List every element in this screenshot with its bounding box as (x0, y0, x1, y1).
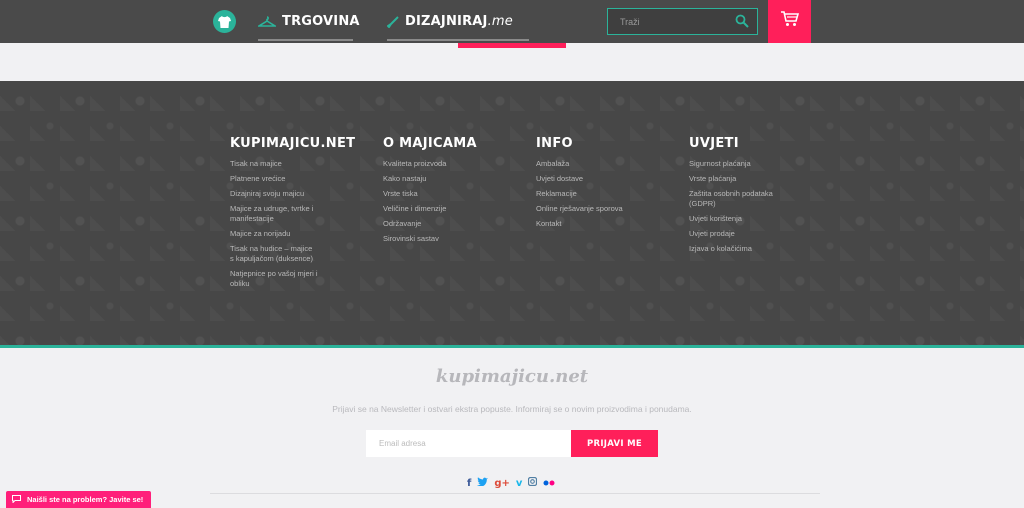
footer-link[interactable]: Vrste plaćanja (689, 174, 777, 184)
footer-column-title: INFO (536, 136, 573, 151)
footer-column-title: KUPIMAJICU.NET (230, 136, 356, 151)
hanger-icon (258, 16, 276, 27)
footer-link[interactable]: Kako nastaju (383, 174, 471, 184)
footer-column-kupimajicu: KUPIMAJICU.NET Tisak na majice Platnene … (230, 136, 370, 294)
chat-icon (12, 494, 21, 505)
footer-link[interactable]: Izjava o kolačićima (689, 244, 777, 254)
facebook-icon[interactable]: f (467, 478, 471, 489)
accent-bar (458, 43, 566, 48)
footer-link[interactable]: Sirovinski sastav (383, 234, 471, 244)
footer-link[interactable]: Održavanje (383, 219, 471, 229)
nav-dizajniraj-label: DIZAJNIRAJ (405, 14, 488, 29)
cart-icon (780, 11, 799, 32)
search-box (607, 8, 758, 35)
footer-link[interactable]: Majice za norijadu (230, 229, 318, 239)
nav-dizajniraj-suffix: .me (487, 14, 513, 29)
nav-trgovina-label: TRGOVINA (282, 14, 360, 29)
footer-link[interactable]: Online rješavanje sporova (536, 204, 624, 214)
footer-link[interactable]: Platnene vrećice (230, 174, 318, 184)
footer-link[interactable]: Reklamacije (536, 189, 624, 199)
newsletter-subscribe-button[interactable]: PRIJAVI ME (571, 430, 658, 457)
footer-link[interactable]: Vrste tiska (383, 189, 471, 199)
social-links: f g+ v (467, 476, 555, 489)
nav-dizajniraj[interactable]: DIZAJNIRAJ .me (387, 0, 529, 43)
google-plus-icon[interactable]: g+ (494, 478, 510, 489)
footer-link[interactable]: Uvjeti korištenja (689, 214, 777, 224)
footer-column-title: O MAJICAMA (383, 136, 477, 151)
footer-column-uvjeti: UVJETI Sigurnost plaćanja Vrste plaćanja… (689, 136, 829, 259)
footer-link[interactable]: Tisak na hudice – majice s kapuljačom (d… (230, 244, 318, 264)
footer-link[interactable]: Veličine i dimenzije (383, 204, 471, 214)
instagram-icon[interactable] (528, 476, 538, 489)
brush-icon (387, 15, 399, 28)
nav-underline (387, 39, 529, 41)
footer-link[interactable]: Zaštita osobnih podataka (GDPR) (689, 189, 777, 209)
footer-column-o-majicama: O MAJICAMA Kvaliteta proizvoda Kako nast… (383, 136, 523, 249)
help-tab-label: Naišli ste na problem? Javite se! (27, 495, 144, 504)
cart-button[interactable] (768, 0, 811, 43)
footer-link[interactable]: Sigurnost plaćanja (689, 159, 777, 169)
search-icon[interactable] (735, 14, 749, 33)
footer-link[interactable]: Dizajniraj svoju majicu (230, 189, 318, 199)
footer-link[interactable]: Uvjeti dostave (536, 174, 624, 184)
footer-link[interactable]: Kvaliteta proizvoda (383, 159, 471, 169)
footer-link[interactable]: Tisak na majice (230, 159, 318, 169)
nav-underline (258, 39, 353, 41)
vimeo-icon[interactable]: v (516, 478, 523, 489)
footer-bottom-divider (210, 493, 820, 494)
footer-column-info: INFO Ambalaža Uvjeti dostave Reklamacije… (536, 136, 676, 234)
twitter-icon[interactable] (477, 477, 489, 489)
brand-logo-text: kupimajicu.net (435, 366, 589, 387)
footer-link[interactable]: Natjepnice po vašoj mjeri i obliku (230, 269, 318, 289)
site-header: TRGOVINA DIZAJNIRAJ .me (0, 0, 1024, 43)
search-input[interactable] (608, 9, 728, 34)
newsletter-email-input[interactable] (366, 430, 571, 457)
nav-trgovina[interactable]: TRGOVINA (258, 0, 360, 43)
footer-link[interactable]: Uvjeti prodaje (689, 229, 777, 239)
tshirt-logo-icon[interactable] (213, 10, 236, 33)
help-tab-button[interactable]: Naišli ste na problem? Javite se! (6, 491, 151, 508)
footer-link[interactable]: Kontakt (536, 219, 624, 229)
flickr-icon[interactable] (543, 478, 555, 489)
footer-column-title: UVJETI (689, 136, 739, 151)
footer-divider (0, 345, 1024, 348)
footer-link[interactable]: Ambalaža (536, 159, 624, 169)
footer-link[interactable]: Majice za udruge, tvrtke i manifestacije (230, 204, 318, 224)
newsletter-tagline: Prijavi se na Newsletter i ostvari ekstr… (332, 404, 692, 414)
